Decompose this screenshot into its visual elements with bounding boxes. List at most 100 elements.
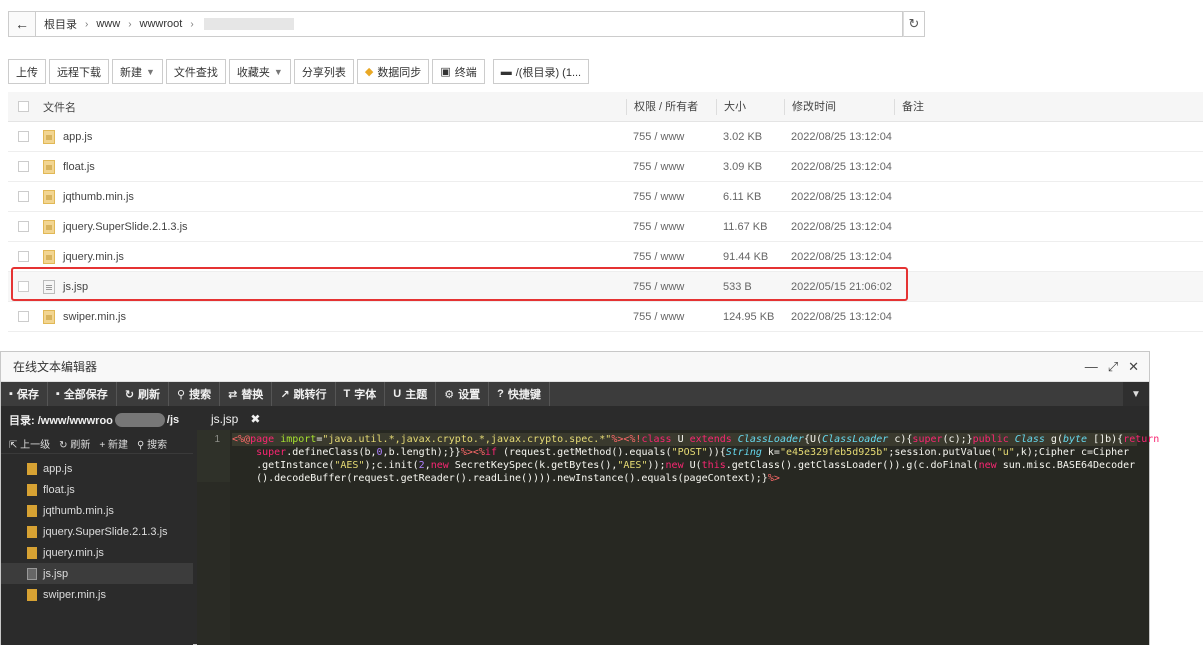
sidebar-file-item[interactable]: swiper.min.js — [1, 584, 193, 605]
table-row[interactable]: float.js 755 / www 3.09 KB 2022/08/25 13:12… — [8, 152, 1203, 182]
permission-cell[interactable]: 755 / www — [626, 191, 716, 203]
sidebar-file-item[interactable]: jqthumb.min.js — [1, 500, 193, 521]
table-row[interactable]: jquery.SuperSlide.2.1.3.js 755 / www 11.67… — [8, 212, 1203, 242]
sidebar-search-button[interactable]: ⚲ 搜索 — [137, 436, 167, 451]
file-name[interactable]: jqthumb.min.js — [63, 191, 134, 203]
breadcrumb[interactable]: 根目录 › www › wwwroot › — [36, 11, 903, 37]
size-cell: 124.95 KB — [723, 310, 775, 323]
table-row[interactable]: jquery.min.js 755 / www 91.44 KB 2022/08/25… — [8, 242, 1203, 272]
code-editor[interactable]: 1 <%@page import="java.util.*,javax.cryp… — [197, 430, 1159, 645]
row-checkbox[interactable] — [18, 191, 29, 202]
row-checkbox[interactable] — [18, 131, 29, 142]
upload-button[interactable]: 上传 — [8, 59, 46, 84]
permission-cell[interactable]: 755 / www — [626, 311, 716, 323]
breadcrumb-www[interactable]: www — [96, 18, 120, 30]
data-sync-button[interactable]: ◆ 数据同步 — [356, 59, 430, 84]
file-search-button[interactable]: 文件查找 — [165, 59, 226, 84]
table-row[interactable]: js.jsp 755 / www 533 B 2022/05/15 21:06:02 — [8, 272, 1203, 302]
header-size[interactable]: 大小 — [716, 98, 784, 115]
chevron-down-icon[interactable]: ▼ — [1123, 382, 1149, 406]
permission-cell[interactable]: 755 / www — [626, 251, 716, 263]
row-checkbox[interactable] — [18, 281, 29, 292]
favorites-button[interactable]: 收藏夹 ▼ — [228, 59, 291, 84]
file-name-cell[interactable]: float.js — [43, 159, 626, 174]
row-checkbox[interactable] — [18, 311, 29, 322]
breadcrumb-wwwroot[interactable]: wwwroot — [140, 18, 183, 30]
close-tab-icon[interactable]: ✖ — [250, 412, 260, 426]
tab-js-jsp[interactable]: js.jsp ✖ — [201, 408, 271, 430]
refresh-icon[interactable]: ↻ — [903, 11, 925, 37]
goto-line-button[interactable]: ↗ 跳转行 — [272, 382, 336, 406]
row-checkbox[interactable] — [18, 251, 29, 262]
file-name-cell[interactable]: js.jsp — [43, 279, 626, 294]
permission-cell[interactable]: 755 / www — [626, 131, 716, 143]
file-name-cell[interactable]: jqthumb.min.js — [43, 189, 626, 204]
sidebar-refresh-button[interactable]: ↻ 刷新 — [59, 436, 90, 451]
code-content[interactable]: <%@page import="java.util.*,javax.crypto… — [232, 433, 1159, 485]
tab-label: js.jsp — [211, 412, 239, 426]
permission-cell[interactable]: 755 / www — [626, 221, 716, 233]
help-icon: ? — [497, 388, 504, 400]
terminal-button[interactable]: ▣ 终端 — [432, 59, 485, 84]
size-cell: 11.67 KB — [723, 220, 768, 233]
remote-download-button[interactable]: 远程下载 — [49, 59, 109, 84]
header-time[interactable]: 修改时间 — [784, 98, 894, 115]
file-name-cell[interactable]: jquery.SuperSlide.2.1.3.js — [43, 219, 626, 234]
search-button[interactable]: ⚲ 搜索 — [169, 382, 221, 406]
file-name-cell[interactable]: app.js — [43, 129, 626, 144]
refresh-button[interactable]: ↻ 刷新 — [117, 382, 170, 406]
table-row[interactable]: swiper.min.js 755 / www 124.95 KB 2022/08/2… — [8, 302, 1203, 332]
sidebar-new-button[interactable]: + 新建 — [99, 436, 128, 451]
select-all-checkbox[interactable] — [18, 101, 29, 112]
js-file-icon — [27, 588, 37, 601]
maximize-icon[interactable]: ⤢ — [1108, 359, 1118, 375]
row-checkbox[interactable] — [18, 161, 29, 172]
line-number: 1 — [214, 434, 220, 445]
file-name[interactable]: app.js — [63, 131, 92, 143]
permission-cell[interactable]: 755 / www — [626, 161, 716, 173]
save-all-button[interactable]: ▪ 全部保存 — [48, 382, 117, 406]
js-file-icon — [27, 504, 37, 517]
file-name[interactable]: jquery.min.js — [63, 251, 124, 263]
save-button[interactable]: ▪ 保存 — [1, 382, 48, 406]
header-name[interactable]: 文件名 — [43, 99, 626, 115]
address-bar: ← 根目录 › www › wwwroot › ↻ — [8, 11, 925, 37]
replace-button[interactable]: ⇄ 替换 — [220, 382, 273, 406]
font-button[interactable]: T 字体 — [336, 382, 386, 406]
sidebar-file-item[interactable]: js.jsp — [1, 563, 193, 584]
back-arrow-icon[interactable]: ← — [8, 11, 36, 37]
sidebar-file-name: app.js — [43, 462, 73, 475]
replace-label: 替换 — [241, 389, 264, 401]
shortcuts-button[interactable]: ? 快捷键 — [489, 382, 550, 406]
minimize-icon[interactable]: — — [1085, 359, 1098, 375]
new-button[interactable]: 新建 ▼ — [112, 59, 163, 84]
file-name-cell[interactable]: jquery.min.js — [43, 249, 626, 264]
sidebar-file-name: jquery.min.js — [43, 546, 104, 559]
diamond-icon: ◆ — [364, 66, 374, 78]
disk-button[interactable]: ▬/(根目录) (1... — [492, 59, 590, 84]
share-list-button[interactable]: 分享列表 — [293, 59, 354, 84]
header-perm[interactable]: 权限 / 所有者 — [626, 98, 716, 115]
breadcrumb-root[interactable]: 根目录 — [44, 16, 77, 32]
table-row[interactable]: jqthumb.min.js 755 / www 6.11 KB 2022/08/25… — [8, 182, 1203, 212]
sidebar-file-item[interactable]: jquery.SuperSlide.2.1.3.js — [1, 521, 193, 542]
file-name[interactable]: jquery.SuperSlide.2.1.3.js — [63, 221, 188, 233]
table-row[interactable]: app.js 755 / www 3.02 KB 2022/08/25 13:12:0… — [8, 122, 1203, 152]
file-name-cell[interactable]: swiper.min.js — [43, 309, 626, 324]
gear-icon: ⚙ — [444, 388, 455, 401]
sidebar-file-item[interactable]: jquery.min.js — [1, 542, 193, 563]
close-icon[interactable]: ✕ — [1128, 359, 1139, 375]
file-name[interactable]: swiper.min.js — [63, 311, 126, 323]
row-checkbox[interactable] — [18, 221, 29, 232]
sidebar-file-item[interactable]: float.js — [1, 479, 193, 500]
permission-cell[interactable]: 755 / www — [626, 281, 716, 293]
file-name[interactable]: float.js — [63, 161, 95, 173]
font-label: 字体 — [354, 389, 377, 401]
chevron-down-icon: ▼ — [146, 66, 155, 77]
editor-toolbar: ▪ 保存 ▪ 全部保存 ↻ 刷新 ⚲ 搜索 ⇄ 替换 ↗ 跳转行 T 字体 U 主题 ⚙ 设置 ?… — [1, 382, 1149, 406]
sidebar-file-item[interactable]: app.js — [1, 458, 193, 479]
settings-button[interactable]: ⚙ 设置 — [436, 382, 490, 406]
theme-button[interactable]: U 主题 — [385, 382, 437, 406]
file-name[interactable]: js.jsp — [63, 281, 88, 293]
up-level-button[interactable]: ⇱ 上一级 — [9, 436, 50, 451]
